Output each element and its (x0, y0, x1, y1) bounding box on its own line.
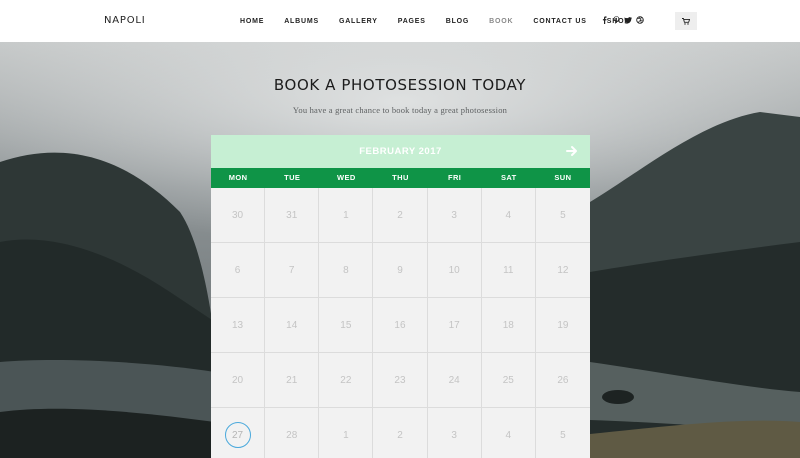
calendar-day[interactable]: 2 (373, 408, 428, 458)
calendar-day[interactable]: 20 (211, 353, 266, 408)
calendar-day[interactable]: 26 (535, 353, 590, 408)
calendar-day[interactable]: 1 (319, 188, 374, 243)
calendar-day[interactable]: 18 (481, 298, 536, 353)
calendar-day[interactable]: 14 (265, 298, 320, 353)
weekday-label: WED (337, 173, 356, 182)
calendar-day[interactable]: 22 (319, 353, 374, 408)
calendar-day[interactable]: 2 (373, 188, 428, 243)
calendar-day[interactable]: 7 (265, 243, 320, 298)
calendar-day[interactable]: 30 (211, 188, 266, 243)
calendar-day[interactable]: 19 (535, 298, 590, 353)
calendar-month-label: FEBRUARY 2017 (359, 146, 442, 157)
nav-albums[interactable]: ALBUMS (284, 18, 319, 25)
weekday-label: MON (228, 173, 248, 182)
social-links (598, 0, 646, 42)
calendar-day[interactable]: 28 (265, 408, 320, 458)
calendar-day[interactable]: 9 (373, 243, 428, 298)
twitter-icon[interactable] (622, 16, 634, 26)
main-nav: HOME ALBUMS GALLERY PAGES BLOG BOOK CONT… (240, 0, 650, 42)
calendar-day[interactable]: 11 (481, 243, 536, 298)
weekday-label: THU (392, 173, 409, 182)
calendar-day[interactable]: 25 (481, 353, 536, 408)
page-subtitle: You have a great chance to book today a … (292, 105, 508, 115)
page-title: BOOK A PHOTOSESSION TODAY (273, 76, 527, 94)
site-logo[interactable]: NAPOLI (104, 15, 146, 26)
nav-gallery[interactable]: GALLERY (339, 18, 378, 25)
calendar-header: FEBRUARY 2017 (211, 135, 590, 168)
pinterest-icon[interactable] (610, 16, 622, 26)
facebook-icon[interactable] (598, 16, 610, 26)
nav-contact-us[interactable]: CONTACT US (533, 18, 586, 25)
calendar-day[interactable]: 5 (535, 188, 590, 243)
calendar-grid: 30 31 1 2 3 4 5 6 7 8 9 10 11 12 13 14 1… (211, 188, 590, 458)
dribbble-icon[interactable] (634, 16, 646, 26)
weekday-label: SUN (554, 173, 572, 182)
hero-section: BOOK A PHOTOSESSION TODAY You have a gre… (0, 42, 800, 458)
arrow-right-icon[interactable] (564, 143, 580, 159)
today-ring (225, 422, 251, 448)
calendar-day[interactable]: 3 (428, 408, 482, 458)
calendar-day[interactable]: 15 (319, 298, 374, 353)
calendar-day[interactable]: 6 (211, 243, 266, 298)
calendar-day-today[interactable]: 27 (211, 408, 266, 458)
calendar-weekdays: MON TUE WED THU FRI SAT SUN (211, 168, 590, 188)
calendar-day[interactable]: 4 (481, 188, 536, 243)
calendar-day[interactable]: 1 (319, 408, 374, 458)
calendar-day[interactable]: 10 (427, 243, 482, 298)
nav-book[interactable]: BOOK (489, 18, 513, 25)
calendar-day[interactable]: 12 (535, 243, 590, 298)
weekday-label: FRI (447, 173, 462, 182)
calendar-day[interactable]: 16 (373, 298, 428, 353)
cart-button[interactable] (675, 12, 697, 30)
calendar-day[interactable]: 3 (427, 188, 482, 243)
calendar-day[interactable]: 21 (265, 353, 320, 408)
weekday-label: SAT (500, 173, 517, 182)
calendar-day[interactable]: 8 (319, 243, 374, 298)
calendar-day[interactable]: 24 (427, 353, 482, 408)
weekday-label: TUE (284, 173, 301, 182)
calendar-day[interactable]: 13 (211, 298, 266, 353)
nav-pages[interactable]: PAGES (398, 18, 426, 25)
nav-home[interactable]: HOME (240, 18, 264, 25)
calendar-day[interactable]: 4 (482, 408, 536, 458)
booking-calendar: FEBRUARY 2017 MON TUE WED THU FRI SAT SU… (211, 135, 590, 458)
calendar-day[interactable]: 17 (427, 298, 482, 353)
calendar-day[interactable]: 31 (265, 188, 320, 243)
cart-icon (682, 17, 690, 25)
site-header: NAPOLI HOME ALBUMS GALLERY PAGES BLOG BO… (0, 0, 800, 42)
calendar-day[interactable]: 5 (536, 408, 590, 458)
calendar-day[interactable]: 23 (373, 353, 428, 408)
nav-blog[interactable]: BLOG (446, 18, 469, 25)
